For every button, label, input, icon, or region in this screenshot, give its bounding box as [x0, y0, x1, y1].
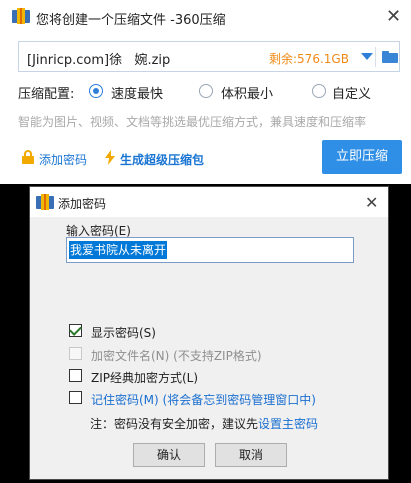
divider — [375, 47, 376, 67]
dialog-title: 添加密码 — [58, 197, 107, 211]
close-icon[interactable]: ✕ — [365, 193, 378, 212]
confirm-button[interactable]: 确认 — [133, 443, 205, 467]
title-bar: 您将创建一个压缩文件 -360压缩 ✕ — [0, 0, 411, 34]
option-fastest[interactable]: 速度最快 — [89, 82, 199, 102]
security-note: 注：密码没有安全加密，建议先设置主密码 — [90, 415, 318, 432]
check-icon — [69, 323, 82, 336]
option-smallest[interactable]: 体积最小 — [199, 82, 299, 102]
dialog-title-bar: 添加密码 ✕ — [30, 187, 388, 217]
app-icon — [36, 194, 54, 210]
show-password-option[interactable]: 显示密码(S) — [69, 323, 269, 340]
archive-path-value[interactable]: [Jinricp.com]徐 婉.zip — [27, 49, 170, 68]
show-password-label: 显示密码(S) — [91, 326, 156, 340]
compress-config-label: 压缩配置: — [18, 87, 75, 102]
radio-custom[interactable] — [312, 84, 326, 98]
zip-classic-checkbox[interactable] — [69, 369, 82, 382]
folder-icon[interactable] — [382, 51, 398, 63]
set-master-password-link[interactable]: 设置主密码 — [258, 417, 318, 431]
remember-password-option[interactable]: 记住密码(M) (将会备忘到密码管理窗口中) — [69, 390, 369, 407]
lightning-icon — [105, 150, 115, 165]
compress-window: 您将创建一个压缩文件 -360压缩 ✕ [Jinricp.com]徐 婉.zip… — [0, 0, 411, 184]
lock-icon — [22, 150, 34, 164]
super-compress-link[interactable]: 生成超级压缩包 — [104, 150, 214, 168]
window-title: 您将创建一个压缩文件 -360压缩 — [36, 13, 226, 28]
encrypt-filenames-checkbox — [69, 347, 82, 360]
free-space-label: 剩余:576.1GB — [269, 52, 349, 66]
cancel-button[interactable]: 取消 — [215, 443, 287, 467]
show-password-checkbox[interactable] — [69, 323, 82, 337]
option-smallest-label: 体积最小 — [221, 87, 274, 102]
option-custom[interactable]: 自定义 — [312, 82, 402, 102]
compress-hint: 智能为图片、视频、文档等挑选最优压缩方式，兼具速度和压缩率 — [18, 115, 367, 129]
compress-now-button[interactable]: 立即压缩 — [322, 140, 402, 174]
option-fastest-label: 速度最快 — [111, 87, 164, 102]
dropdown-arrow-icon[interactable] — [361, 53, 373, 60]
encrypt-filenames-option: 加密文件名(N) (不支持ZIP格式) — [69, 346, 329, 363]
remember-password-checkbox[interactable] — [69, 391, 82, 404]
zip-classic-option[interactable]: ZIP经典加密方式(L) — [69, 368, 289, 385]
add-password-label[interactable]: 添加密码 — [39, 151, 87, 168]
security-note-text: 注：密码没有安全加密，建议先 — [90, 417, 259, 431]
radio-smallest[interactable] — [199, 84, 213, 98]
app-icon — [12, 8, 30, 24]
zip-classic-label: ZIP经典加密方式(L) — [91, 371, 199, 385]
password-input[interactable]: 我爱书院从未离开 — [66, 237, 354, 263]
remember-password-label: 记住密码(M) (将会备忘到密码管理窗口中) — [91, 393, 316, 407]
add-password-dialog: 添加密码 ✕ 输入密码(E) 我爱书院从未离开 显示密码(S) 加密文件名(N)… — [29, 186, 389, 480]
close-icon[interactable]: ✕ — [386, 8, 401, 26]
password-value[interactable]: 我爱书院从未离开 — [69, 241, 168, 259]
super-compress-label[interactable]: 生成超级压缩包 — [120, 151, 204, 168]
radio-fastest[interactable] — [89, 84, 103, 98]
add-password-link[interactable]: 添加密码 — [22, 150, 92, 168]
option-custom-label: 自定义 — [332, 87, 372, 102]
encrypt-filenames-label: 加密文件名(N) (不支持ZIP格式) — [91, 349, 262, 363]
archive-path-field[interactable]: [Jinricp.com]徐 婉.zip 剩余:576.1GB — [18, 41, 400, 72]
